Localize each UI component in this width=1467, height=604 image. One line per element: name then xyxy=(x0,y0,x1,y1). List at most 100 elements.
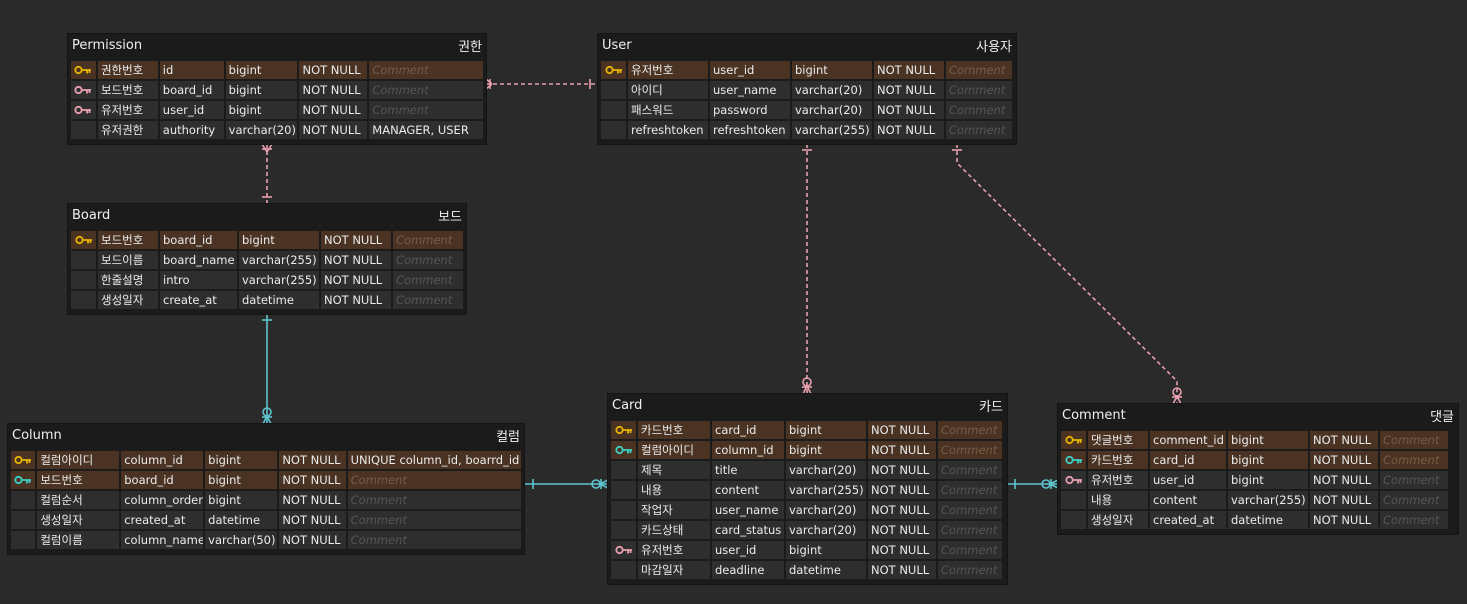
cell-type[interactable]: datetime xyxy=(786,561,866,579)
cell-physical[interactable]: authority xyxy=(159,121,224,139)
cell-null[interactable]: NOT NULL xyxy=(868,521,936,539)
cell-null[interactable]: NOT NULL xyxy=(321,251,391,269)
cell-physical[interactable]: board_name xyxy=(160,251,237,269)
cell-physical[interactable]: user_id xyxy=(712,541,784,559)
cell-type[interactable]: varchar(20) xyxy=(792,101,872,119)
cell-null[interactable]: NOT NULL xyxy=(874,61,944,79)
table-row[interactable]: 카드상태 card_status varchar(20) NOT NULL Commen… xyxy=(610,520,1005,540)
cell-logical[interactable]: 카드번호 xyxy=(1088,451,1148,469)
cell-type[interactable]: datetime xyxy=(239,291,319,309)
cell-null[interactable]: NOT NULL xyxy=(868,561,936,579)
table-board[interactable]: Board 보드 보드번호 board_id bigint NOT NULL Comme… xyxy=(68,204,466,314)
cell-null[interactable]: NOT NULL xyxy=(868,541,936,559)
table-row[interactable]: 카드번호 card_id bigint NOT NULL Comment xyxy=(1060,450,1456,470)
cell-comment[interactable]: Comment xyxy=(946,121,1012,139)
cell-logical[interactable]: 댓글번호 xyxy=(1088,431,1148,449)
cell-null[interactable]: NOT NULL xyxy=(868,481,936,499)
cell-comment[interactable]: Comment xyxy=(938,421,1002,439)
cell-physical[interactable]: user_name xyxy=(710,81,790,99)
cell-logical[interactable]: 작업자 xyxy=(638,501,710,519)
cell-null[interactable]: NOT NULL xyxy=(874,101,944,119)
table-row[interactable]: 마감일자 deadline datetime NOT NULL Comment xyxy=(610,560,1005,580)
cell-null[interactable]: NOT NULL xyxy=(279,451,346,469)
cell-null[interactable]: NOT NULL xyxy=(1310,451,1378,469)
cell-comment[interactable]: MANAGER, USER xyxy=(369,121,483,139)
table-comment[interactable]: Comment 댓글 댓글번호 comment_id bigint NOT NULL C… xyxy=(1058,404,1458,534)
cell-logical[interactable]: 카드번호 xyxy=(638,421,710,439)
cell-comment[interactable]: Comment xyxy=(938,461,1002,479)
cell-physical[interactable]: refreshtoken xyxy=(710,121,790,139)
cell-comment[interactable]: Comment xyxy=(1380,431,1448,449)
cell-null[interactable]: NOT NULL xyxy=(299,81,368,99)
cell-logical[interactable]: refreshtoken xyxy=(628,121,708,139)
cell-null[interactable]: NOT NULL xyxy=(868,421,936,439)
cell-physical[interactable]: board_id xyxy=(159,81,224,99)
cell-physical[interactable]: board_id xyxy=(160,231,237,249)
cell-type[interactable]: bigint xyxy=(225,81,298,99)
cell-comment[interactable]: Comment xyxy=(369,61,483,79)
cell-logical[interactable]: 컬럼아이디 xyxy=(37,451,120,469)
cell-type[interactable]: bigint xyxy=(225,61,298,79)
cell-logical[interactable]: 유저번호 xyxy=(628,61,708,79)
cell-logical[interactable]: 유저번호 xyxy=(1088,471,1148,489)
table-row[interactable]: 댓글번호 comment_id bigint NOT NULL Comment xyxy=(1060,430,1456,450)
cell-physical[interactable]: created_at xyxy=(121,511,204,529)
table-row[interactable]: 보드번호 board_id bigint NOT NULL Comment xyxy=(10,470,522,490)
cell-comment[interactable]: Comment xyxy=(1380,511,1448,529)
cell-comment[interactable]: Comment xyxy=(946,61,1012,79)
cell-logical[interactable]: 유저번호 xyxy=(638,541,710,559)
cell-type[interactable]: bigint xyxy=(205,491,278,509)
table-row[interactable]: 보드번호 board_id bigint NOT NULL Comment xyxy=(70,230,464,250)
cell-comment[interactable]: UNIQUE column_id, boarrd_id xyxy=(347,451,522,469)
cell-logical[interactable]: 보드이름 xyxy=(98,251,158,269)
cell-logical[interactable]: 생성일자 xyxy=(98,291,158,309)
cell-physical[interactable]: user_id xyxy=(1150,471,1226,489)
cell-logical[interactable]: 제목 xyxy=(638,461,710,479)
table-row[interactable]: 한줄설명 intro varchar(255) NOT NULL Comment xyxy=(70,270,464,290)
cell-null[interactable]: NOT NULL xyxy=(868,501,936,519)
cell-type[interactable]: bigint xyxy=(205,451,278,469)
cell-comment[interactable]: Comment xyxy=(938,521,1002,539)
cell-logical[interactable]: 카드상태 xyxy=(638,521,710,539)
cell-physical[interactable]: password xyxy=(710,101,790,119)
table-row[interactable]: 내용 content varchar(255) NOT NULL Comment xyxy=(610,480,1005,500)
table-row[interactable]: 내용 content varchar(255) NOT NULL Comment xyxy=(1060,490,1456,510)
cell-physical[interactable]: user_id xyxy=(710,61,790,79)
cell-logical[interactable]: 보드번호 xyxy=(98,231,158,249)
cell-physical[interactable]: user_name xyxy=(712,501,784,519)
cell-type[interactable]: bigint xyxy=(225,101,298,119)
cell-physical[interactable]: title xyxy=(712,461,784,479)
cell-type[interactable]: datetime xyxy=(1228,511,1308,529)
cell-comment[interactable]: Comment xyxy=(938,541,1002,559)
cell-comment[interactable]: Comment xyxy=(938,501,1002,519)
cell-comment[interactable]: Comment xyxy=(369,81,483,99)
cell-comment[interactable]: Comment xyxy=(938,561,1002,579)
cell-comment[interactable]: Comment xyxy=(1380,491,1448,509)
table-row[interactable]: 유저권한 authority varchar(20) NOT NULL MANAGER,… xyxy=(70,120,484,140)
table-row[interactable]: 제목 title varchar(20) NOT NULL Comment xyxy=(610,460,1005,480)
cell-null[interactable]: NOT NULL xyxy=(1310,511,1378,529)
table-row[interactable]: 생성일자 created_at datetime NOT NULL Comment xyxy=(10,510,522,530)
cell-logical[interactable]: 권한번호 xyxy=(97,61,158,79)
cell-physical[interactable]: content xyxy=(712,481,784,499)
cell-physical[interactable]: intro xyxy=(160,271,237,289)
cell-physical[interactable]: card_id xyxy=(712,421,784,439)
cell-null[interactable]: NOT NULL xyxy=(299,61,368,79)
cell-comment[interactable]: Comment xyxy=(393,271,463,289)
table-row[interactable]: 아이디 user_name varchar(20) NOT NULL Comment xyxy=(600,80,1014,100)
cell-physical[interactable]: deadline xyxy=(712,561,784,579)
cell-comment[interactable]: Comment xyxy=(347,511,522,529)
cell-null[interactable]: NOT NULL xyxy=(321,271,391,289)
cell-physical[interactable]: create_at xyxy=(160,291,237,309)
table-permission[interactable]: Permission 권한 권한번호 id bigint NOT NULL Commen… xyxy=(68,34,486,144)
table-row[interactable]: 작업자 user_name varchar(20) NOT NULL Comment xyxy=(610,500,1005,520)
cell-type[interactable]: varchar(20) xyxy=(786,501,866,519)
table-row[interactable]: 보드이름 board_name varchar(255) NOT NULL Commen… xyxy=(70,250,464,270)
cell-comment[interactable]: Comment xyxy=(1380,471,1448,489)
cell-logical[interactable]: 유저번호 xyxy=(97,101,158,119)
table-card[interactable]: Card 카드 카드번호 card_id bigint NOT NULL Comment… xyxy=(608,394,1007,584)
table-row[interactable]: 카드번호 card_id bigint NOT NULL Comment xyxy=(610,420,1005,440)
table-row[interactable]: 유저번호 user_id bigint NOT NULL Comment xyxy=(1060,470,1456,490)
cell-physical[interactable]: column_name xyxy=(121,531,204,549)
cell-null[interactable]: NOT NULL xyxy=(321,231,391,249)
